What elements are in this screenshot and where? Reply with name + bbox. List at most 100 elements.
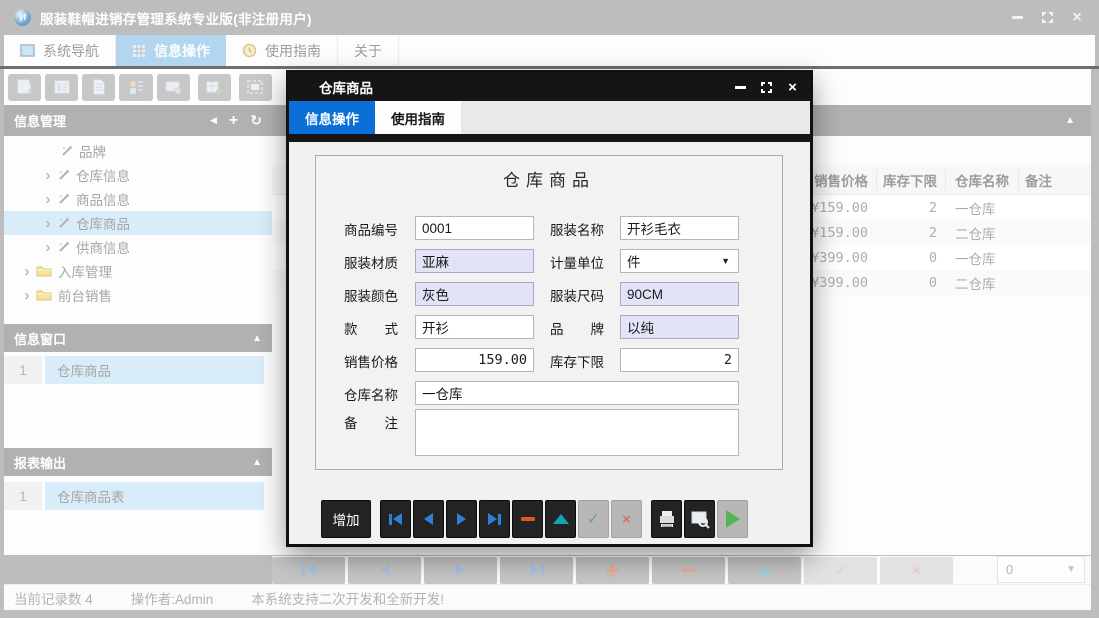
panel-left-arrow-icon[interactable]: ◀ — [210, 115, 217, 126]
print-button[interactable] — [651, 500, 682, 538]
user-report-icon — [127, 78, 145, 96]
info-window-list-item[interactable]: 1 仓库商品 — [4, 356, 272, 384]
min-stock-field[interactable] — [620, 348, 739, 372]
screen-button[interactable] — [157, 74, 190, 101]
first-record-button[interactable] — [272, 557, 345, 584]
add-button[interactable]: 增加 — [321, 500, 371, 538]
arrow-left-icon — [424, 513, 433, 525]
post-record-button: ✓ — [804, 557, 877, 584]
document-button[interactable] — [82, 74, 115, 101]
restore-button[interactable] — [1039, 10, 1055, 26]
panel-plus-icon[interactable]: + — [229, 112, 238, 130]
column-header-min-stock[interactable]: 库存下限 — [880, 165, 937, 195]
list-item-label[interactable]: 仓库商品 — [45, 356, 264, 384]
info-tree: 品牌 › 仓库信息 › 商品信息 › 仓库商品 › 供商信息 › — [4, 139, 272, 307]
tab-user-guide[interactable]: 使用指南 — [226, 35, 338, 66]
tree-item-warehouse-info[interactable]: › 仓库信息 — [4, 163, 272, 187]
delete-record-button[interactable] — [652, 557, 725, 584]
arrow-left-icon — [393, 513, 402, 525]
tree-item-supplier-info[interactable]: › 供商信息 — [4, 235, 272, 259]
minimize-button[interactable] — [1009, 10, 1025, 26]
note-field[interactable] — [415, 409, 739, 456]
chevron-right-icon[interactable]: › — [21, 287, 33, 304]
arrow-right-icon — [488, 513, 497, 525]
search-button[interactable] — [8, 74, 41, 101]
tree-item-inbound-management[interactable]: › 入库管理 — [4, 259, 272, 283]
add-record-button[interactable] — [576, 557, 649, 584]
chevron-right-icon[interactable]: › — [21, 263, 33, 280]
collapse-up-icon[interactable]: ▲ — [252, 457, 262, 468]
panel-header-report-output: 报表输出 ▲ — [4, 448, 272, 476]
product-code-field[interactable] — [415, 216, 534, 240]
next-record-button[interactable] — [424, 557, 497, 584]
check-icon: ✓ — [834, 561, 847, 579]
price-label: 销售价格 — [344, 351, 414, 371]
chevron-right-icon[interactable]: › — [42, 167, 54, 184]
arrow-right-icon — [456, 564, 465, 576]
cell-warehouse: 一仓库 — [955, 245, 1035, 270]
chevron-right-icon[interactable]: › — [42, 239, 54, 256]
material-field[interactable] — [415, 249, 534, 273]
chevron-right-icon[interactable]: › — [42, 191, 54, 208]
search-icon — [16, 78, 34, 96]
column-separator — [876, 169, 877, 191]
warehouse-field[interactable] — [415, 381, 739, 405]
record-navigator: ✓ × 0 ▼ — [272, 556, 1091, 584]
edit-record-button[interactable] — [545, 500, 576, 538]
collapse-up-icon[interactable]: ▲ — [252, 333, 262, 344]
panel-refresh-icon[interactable]: ↻ — [250, 112, 262, 129]
color-field[interactable] — [415, 282, 534, 306]
tree-item-brand[interactable]: 品牌 — [4, 139, 272, 163]
price-field[interactable] — [415, 348, 534, 372]
run-button[interactable] — [717, 500, 748, 538]
list-item-label[interactable]: 仓库商品表 — [45, 482, 264, 510]
last-record-button[interactable] — [500, 557, 573, 584]
report-list-item[interactable]: 1 仓库商品表 — [4, 482, 272, 510]
close-button[interactable]: × — [1069, 10, 1085, 26]
collapse-up-icon[interactable]: ▲ — [1065, 115, 1075, 126]
dialog-tab-info-operation[interactable]: 信息操作 — [289, 101, 375, 134]
dropdown-arrow-icon: ▼ — [721, 256, 730, 266]
brand-field[interactable] — [620, 315, 739, 339]
tab-info-operation[interactable]: 信息操作 — [116, 35, 226, 66]
tree-item-warehouse-product[interactable]: › 仓库商品 — [4, 211, 272, 235]
table-add-button[interactable] — [198, 74, 231, 101]
color-label: 服装颜色 — [344, 285, 414, 305]
record-count-select[interactable]: 0 ▼ — [997, 556, 1085, 583]
window-title: 服装鞋帽进销存管理系统专业版(非注册用户) — [40, 8, 312, 28]
size-field[interactable] — [620, 282, 739, 306]
post-record-button: ✓ — [578, 500, 609, 538]
maximize-icon — [760, 81, 773, 94]
unit-dropdown[interactable]: 件 ▼ — [620, 249, 739, 273]
grid-icon — [132, 44, 146, 58]
dialog-maximize-button[interactable] — [759, 80, 774, 95]
clock-icon — [242, 43, 257, 58]
delete-record-button[interactable] — [512, 500, 543, 538]
dialog-close-button[interactable]: × — [785, 80, 800, 95]
chevron-right-icon[interactable]: › — [42, 215, 54, 232]
card-list-button[interactable] — [45, 74, 78, 101]
edit-record-button[interactable] — [728, 557, 801, 584]
style-field[interactable] — [415, 315, 534, 339]
tab-system-navigation[interactable]: 系统导航 — [4, 35, 116, 66]
prev-record-button[interactable] — [413, 500, 444, 538]
tab-about[interactable]: 关于 — [338, 35, 399, 66]
dialog-minimize-button[interactable] — [733, 80, 748, 95]
prev-record-button[interactable] — [348, 557, 421, 584]
tree-item-front-sales[interactable]: › 前台销售 — [4, 283, 272, 307]
column-header-note[interactable]: 备注 — [1025, 165, 1085, 195]
product-name-field[interactable] — [620, 216, 739, 240]
last-record-button[interactable] — [479, 500, 510, 538]
wand-icon — [57, 192, 71, 206]
user-report-button[interactable] — [119, 74, 152, 101]
status-message: 本系统支持二次开发和全新开发! — [251, 588, 444, 608]
dialog-tab-user-guide[interactable]: 使用指南 — [375, 101, 461, 134]
dialog-titlebar[interactable]: 仓库商品 × — [289, 73, 810, 101]
selection-box-button[interactable] — [239, 74, 272, 101]
next-record-button[interactable] — [446, 500, 477, 538]
first-record-button[interactable] — [380, 500, 411, 538]
min-stock-label: 库存下限 — [550, 351, 620, 371]
tree-item-product-info[interactable]: › 商品信息 — [4, 187, 272, 211]
print-preview-button[interactable] — [684, 500, 715, 538]
column-header-warehouse[interactable]: 仓库名称 — [955, 165, 1035, 195]
